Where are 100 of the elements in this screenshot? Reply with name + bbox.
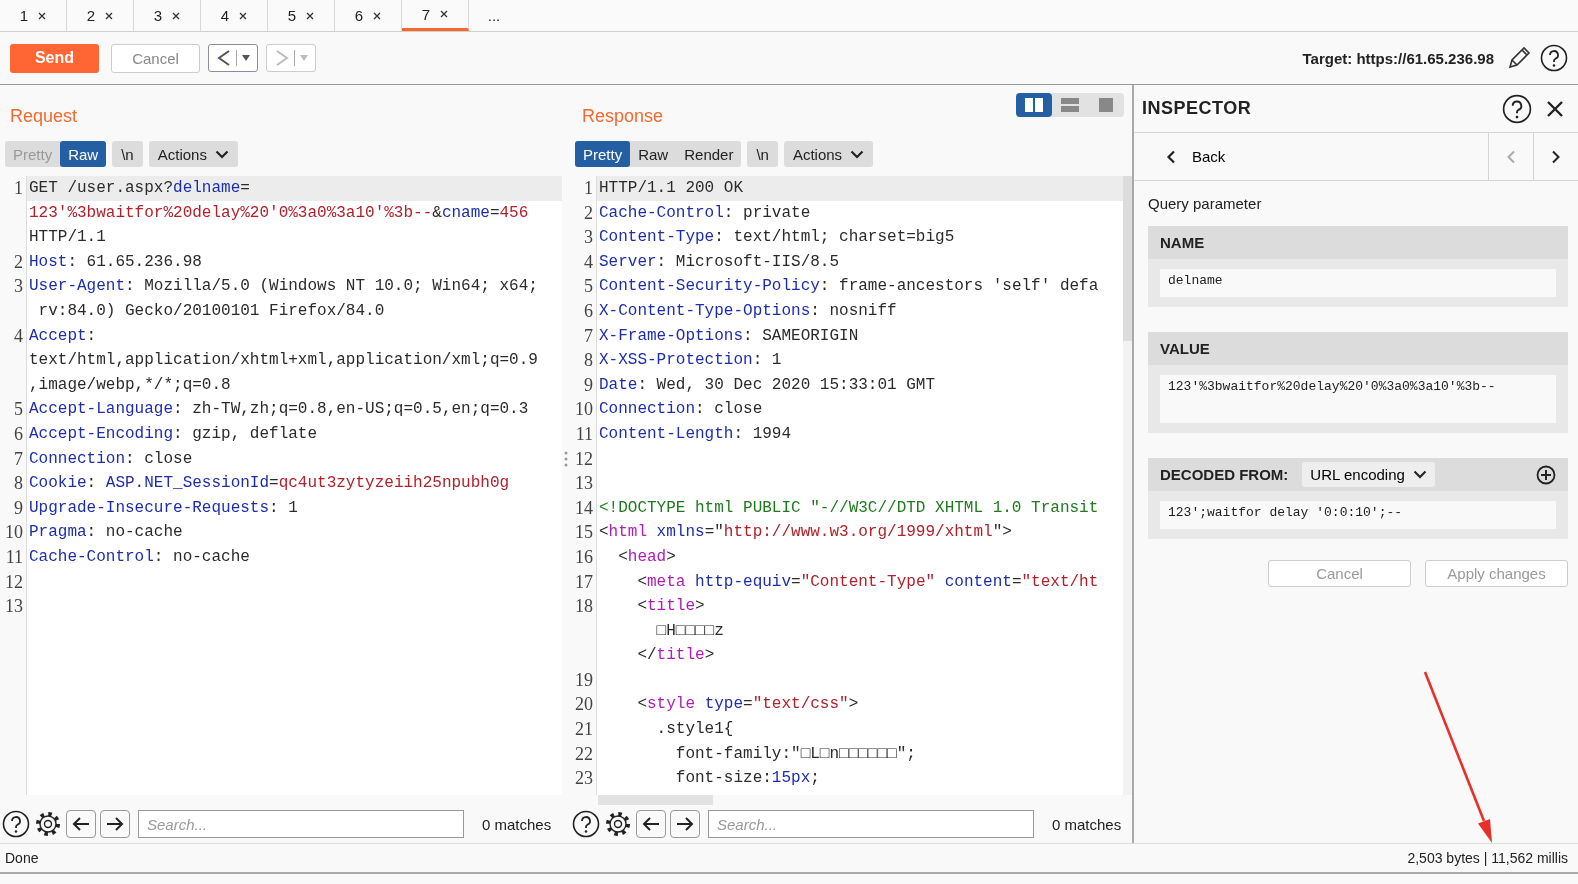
arrow-left-icon [71, 816, 91, 832]
help-icon[interactable] [2, 810, 30, 838]
code-line: X-XSS-Protection: 1 [599, 351, 782, 370]
close-icon[interactable] [105, 11, 114, 20]
code-line: X-Frame-Options: SAMEORIGIN [599, 326, 859, 345]
decoded-field[interactable]: 123';waitfor delay '0:0:10';-- [1160, 501, 1556, 529]
square-icon [1097, 98, 1115, 112]
columns-icon [1025, 98, 1043, 112]
line-number: 12 [575, 448, 593, 469]
code-line: text/html,application/xhtml+xml,application/xml;q=0.9 [29, 351, 538, 370]
view-tab[interactable]: Raw [60, 141, 107, 167]
line-number: 8 [584, 350, 593, 371]
line-number: 8 [14, 473, 23, 494]
line-number: 9 [584, 374, 593, 395]
drag-handle-icon[interactable] [564, 451, 568, 467]
code-line: HTTP/1.1 [29, 228, 106, 247]
close-icon[interactable] [306, 11, 315, 20]
close-icon[interactable] [38, 11, 47, 20]
scrollbar[interactable] [1123, 176, 1132, 341]
repeater-tab[interactable]: 5 [268, 0, 335, 31]
close-icon[interactable] [440, 10, 449, 18]
help-icon[interactable] [572, 810, 600, 838]
caret-down-icon [298, 54, 309, 62]
line-number: 4 [584, 251, 593, 272]
repeater-tab[interactable]: 4 [201, 0, 268, 31]
code-editor[interactable] [0, 176, 562, 795]
split-layout-button[interactable] [1016, 93, 1052, 117]
view-tab[interactable]: Raw [630, 141, 677, 167]
actions-dropdown[interactable]: Actions [148, 141, 238, 167]
code-line: Cache-Control: no-cache [29, 547, 250, 566]
line-number: 1 [584, 178, 593, 198]
code-line: .style1{ [655, 720, 734, 739]
match-count: 0 matches [1052, 815, 1122, 833]
view-tab[interactable]: Render [676, 141, 742, 167]
arrow-right-icon [105, 816, 125, 832]
line-number: 9 [14, 497, 23, 518]
newline-toggle-button[interactable]: \n [747, 141, 778, 167]
value-field[interactable]: 123'%3bwaitfor%20delay%20'0%3a0%3a10'%3b-- [1160, 375, 1556, 423]
close-icon[interactable] [373, 11, 382, 20]
rows-icon [1061, 98, 1079, 112]
line-number: 18 [575, 596, 593, 617]
code-line: Accept-Language: zh-TW,zh;q=0.8,en-US;q=0.5,en;q=0.3 [29, 400, 529, 419]
line-number: 4 [14, 325, 23, 346]
code-line: Connection: close [599, 400, 763, 419]
previous-match-button[interactable] [66, 810, 96, 838]
chevron-down-icon [214, 149, 229, 159]
repeater-tab[interactable]: 1 [0, 0, 67, 31]
repeater-tab[interactable]: 6 [335, 0, 402, 31]
code-line: Accept: [29, 326, 97, 345]
code-line: </title> [636, 646, 715, 665]
settings-icon[interactable] [604, 810, 632, 838]
back-button[interactable]: Back [1134, 133, 1232, 180]
pane-title: Request [10, 106, 78, 127]
actions-dropdown[interactable]: Actions [783, 141, 874, 167]
scrollbar[interactable] [598, 795, 713, 805]
line-number: 20 [575, 694, 593, 715]
search-field[interactable]: Search... [138, 810, 464, 838]
line-number: 2 [14, 251, 23, 272]
next-match-button[interactable] [670, 810, 700, 838]
view-tab[interactable]: Pretty [575, 141, 631, 167]
code-line: Host: 61.65.236.98 [29, 252, 202, 271]
encoding-dropdown[interactable]: URL encoding [1302, 462, 1435, 487]
close-icon[interactable] [239, 11, 248, 20]
line-number: 7 [584, 325, 593, 346]
line-number: 13 [5, 596, 23, 617]
repeater-tab[interactable]: 2 [67, 0, 134, 31]
code-editor[interactable] [570, 176, 1123, 795]
next-match-button[interactable] [100, 810, 130, 838]
line-number: 6 [584, 300, 593, 321]
code-line: rv:84.0) Gecko/20100101 Firefox/84.0 [37, 301, 385, 320]
code-line: □H□□□□z [655, 621, 724, 640]
previous-match-button[interactable] [636, 810, 666, 838]
match-count: 0 matches [482, 815, 552, 833]
close-icon[interactable] [1546, 99, 1564, 118]
code-line: font-size:15px; [674, 769, 820, 788]
pencil-icon[interactable] [1506, 45, 1532, 71]
repeater-tab[interactable]: 7 [402, 0, 469, 31]
back-history-button[interactable] [208, 44, 258, 72]
settings-icon[interactable] [34, 810, 62, 838]
inspector-title: INSPECTOR [1142, 98, 1252, 119]
repeater-tab[interactable]: 3 [134, 0, 201, 31]
line-number: 2 [584, 202, 593, 223]
search-field[interactable]: Search... [708, 810, 1034, 838]
line-number: 13 [575, 473, 593, 494]
cancel-button[interactable]: Cancel [111, 43, 200, 73]
newline-toggle-button[interactable]: \n [112, 141, 143, 167]
name-field[interactable]: delname [1160, 269, 1556, 297]
line-number: 5 [584, 276, 593, 297]
code-line: Accept-Encoding: gzip, deflate [29, 424, 318, 443]
line-number: 3 [14, 276, 23, 297]
line-number: 17 [575, 571, 593, 592]
close-icon[interactable] [172, 11, 181, 20]
line-number: 3 [584, 227, 593, 248]
code-line: X-Content-Type-Options: nosniff [599, 301, 897, 320]
add-icon[interactable] [1536, 464, 1556, 485]
line-number: 16 [575, 546, 593, 567]
help-icon[interactable] [1540, 44, 1568, 72]
more-tabs-tab[interactable]: ... [469, 0, 519, 31]
code-line: Connection: close [29, 449, 193, 468]
help-icon[interactable] [1502, 93, 1532, 124]
